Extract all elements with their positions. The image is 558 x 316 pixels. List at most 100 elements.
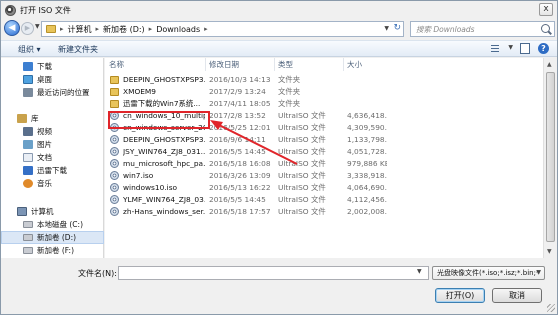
table-row[interactable]: mu_microsoft_hpc_pa... 2016/5/18 16:08 Ult… (105, 158, 541, 170)
table-row[interactable]: DEEPIN_GHOSTXPSP3... 2016/9/6 14:11 UltraI… (105, 134, 541, 146)
table-row[interactable]: XMOEM9 2017/2/9 13:24 文件夹 (105, 86, 541, 98)
forward-button[interactable]: ▶ (21, 22, 34, 35)
file-name-cell: win7.iso (123, 171, 154, 180)
file-name-cell: XMOEM9 (123, 87, 157, 96)
sidebar-item-label: 本地磁盘 (C:) (37, 220, 83, 229)
sidebar-item-label: 桌面 (37, 75, 52, 84)
view-dropdown-icon[interactable]: ▼ (508, 44, 513, 51)
breadcrumb-downloads[interactable]: Downloads (156, 25, 200, 34)
column-divider[interactable] (274, 58, 275, 71)
address-bar[interactable]: ▸ 计算机 ▸ 新加卷 (D:) ▸ Downloads ▸ ▼ ↻ (41, 21, 404, 37)
column-header-type[interactable]: 类型 (278, 58, 293, 72)
drive-icon (23, 247, 33, 254)
breadcrumb-separator[interactable]: ▸ (149, 25, 153, 33)
sidebar-item-drive-f[interactable]: 新加卷 (F:) (1, 244, 104, 257)
new-folder-button[interactable]: 新建文件夹 (58, 44, 98, 55)
table-row[interactable]: YLMF_WIN764_ZJ8_03... 2016/5/5 14:45 Ultra… (105, 194, 541, 206)
file-date-cell: 2016/5/18 16:08 (209, 159, 271, 168)
folder-icon (110, 88, 119, 96)
sidebar-item-drive-d[interactable]: 新加卷 (D:) (1, 231, 104, 244)
table-row[interactable]: 迅雷下载的Win7系统... 2017/4/11 18:05 文件夹 (105, 98, 541, 110)
breadcrumb-separator[interactable]: ▸ (96, 25, 100, 33)
table-row[interactable]: DEEPIN_GHOSTXPSP3... 2016/10/3 14:13 文件夹 (105, 74, 541, 86)
sidebar-item-videos[interactable]: 视频 (1, 125, 104, 138)
sidebar-item-label: 新加卷 (D:) (37, 233, 77, 242)
table-row[interactable]: zh-Hans_windows_ser... 2016/5/18 17:57 Ult… (105, 206, 541, 218)
column-header-date[interactable]: 修改日期 (209, 58, 239, 72)
column-divider[interactable] (205, 58, 206, 71)
sidebar-item-label: 库 (31, 114, 39, 123)
sidebar-item-documents[interactable]: 文档 (1, 151, 104, 164)
document-icon (23, 153, 33, 162)
file-size-cell: 3,338,918... (347, 171, 387, 180)
download-icon (23, 62, 33, 71)
drive-icon (23, 221, 33, 228)
sidebar-item-library[interactable]: 库 (1, 112, 104, 125)
organize-button[interactable]: 组织 ▾ (18, 44, 41, 55)
breadcrumb-computer[interactable]: 计算机 (68, 24, 92, 35)
table-row[interactable]: win7.iso 2016/3/26 13:09 UltraISO 文件 3,338,… (105, 170, 541, 182)
breadcrumb-separator[interactable]: ▸ (204, 25, 208, 33)
resize-grip-icon[interactable] (547, 304, 555, 312)
sidebar-item-desktop[interactable]: 桌面 (1, 73, 104, 86)
preview-pane-icon[interactable] (520, 43, 530, 54)
refresh-icon[interactable]: ↻ (393, 23, 401, 33)
title-bar: 打开 ISO 文件 x (1, 1, 557, 19)
file-name-cell: mu_microsoft_hpc_pa... (123, 159, 205, 168)
column-divider[interactable] (343, 58, 344, 71)
sidebar-item-music[interactable]: 音乐 (1, 177, 104, 190)
scroll-up-icon[interactable]: ▲ (547, 61, 552, 68)
help-icon[interactable]: ? (538, 43, 549, 54)
breadcrumb-drive-d[interactable]: 新加卷 (D:) (103, 24, 145, 35)
column-header-name[interactable]: 名称 (109, 58, 124, 72)
table-row[interactable]: JSY_WIN764_ZJ8_031... 2016/5/5 14:45 Ultra… (105, 146, 541, 158)
table-row[interactable]: windows10.iso 2016/5/13 16:22 UltraISO 文件 4… (105, 182, 541, 194)
sidebar-item-label: 新加卷 (F:) (37, 246, 74, 255)
file-list: 名称 修改日期 类型 大小 DEEPIN_GHOSTXPSP3... 2016/1… (105, 58, 543, 258)
iso-file-icon (110, 135, 119, 144)
file-size-cell: 4,636,418... (347, 111, 387, 120)
column-header-size[interactable]: 大小 (347, 58, 362, 72)
recent-pages-dropdown-icon[interactable]: ▼ (35, 23, 40, 30)
file-type-filter[interactable]: 光盘映像文件(*.iso;*.isz;*.bin;* ▼ (432, 266, 545, 280)
scroll-down-icon[interactable]: ▼ (547, 248, 552, 255)
music-icon (23, 179, 33, 188)
filename-input[interactable] (118, 266, 429, 280)
sidebar-item-label: 最近访问的位置 (37, 88, 90, 97)
search-input[interactable]: 搜索 Downloads (410, 21, 555, 37)
breadcrumb-separator[interactable]: ▸ (60, 25, 64, 33)
file-type-cell: UltraISO 文件 (278, 207, 326, 216)
vertical-scrollbar[interactable]: ▲ ▼ (543, 58, 556, 258)
open-button[interactable]: 打开(O) (435, 288, 485, 303)
cancel-button[interactable]: 取消 (492, 288, 542, 303)
close-button[interactable]: x (539, 3, 553, 16)
file-date-cell: 2016/5/5 14:45 (209, 195, 266, 204)
scrollbar-thumb[interactable] (546, 72, 555, 242)
file-date-cell: 2017/2/9 13:24 (209, 87, 266, 96)
file-name-cell: DEEPIN_GHOSTXPSP3... (123, 135, 205, 144)
sidebar-item-thunder-downloads[interactable]: 迅雷下载 (1, 164, 104, 177)
sidebar-item-downloads[interactable]: 下载 (1, 60, 104, 73)
sidebar-item-label: 视频 (37, 127, 52, 136)
file-date-cell: 2016/5/18 17:57 (209, 207, 271, 216)
recent-places-icon (23, 88, 33, 97)
file-name-cell: JSY_WIN764_ZJ8_031... (123, 147, 205, 156)
sidebar-item-drive-c[interactable]: 本地磁盘 (C:) (1, 218, 104, 231)
picture-icon (23, 140, 33, 149)
filename-dropdown-icon[interactable]: ▼ (417, 268, 422, 275)
video-icon (23, 127, 33, 136)
sidebar-item-pictures[interactable]: 图片 (1, 138, 104, 151)
file-date-cell: 2016/10/3 14:13 (209, 75, 271, 84)
address-dropdown-icon[interactable]: ▼ (384, 25, 389, 32)
file-date-cell: 2016/9/6 14:11 (209, 135, 266, 144)
sidebar-item-recent[interactable]: 最近访问的位置 (1, 86, 104, 99)
file-type-cell: UltraISO 文件 (278, 111, 326, 120)
iso-file-icon (110, 159, 119, 168)
sidebar-item-computer[interactable]: 计算机 (1, 205, 104, 218)
back-button[interactable]: ◀ (4, 20, 20, 36)
file-size-cell: 2,002,008... (347, 207, 387, 216)
thunder-icon (23, 166, 33, 175)
sidebar-item-label: 图片 (37, 140, 52, 149)
sidebar-item-label: 迅雷下载 (37, 166, 67, 175)
change-view-icon[interactable] (489, 44, 505, 54)
